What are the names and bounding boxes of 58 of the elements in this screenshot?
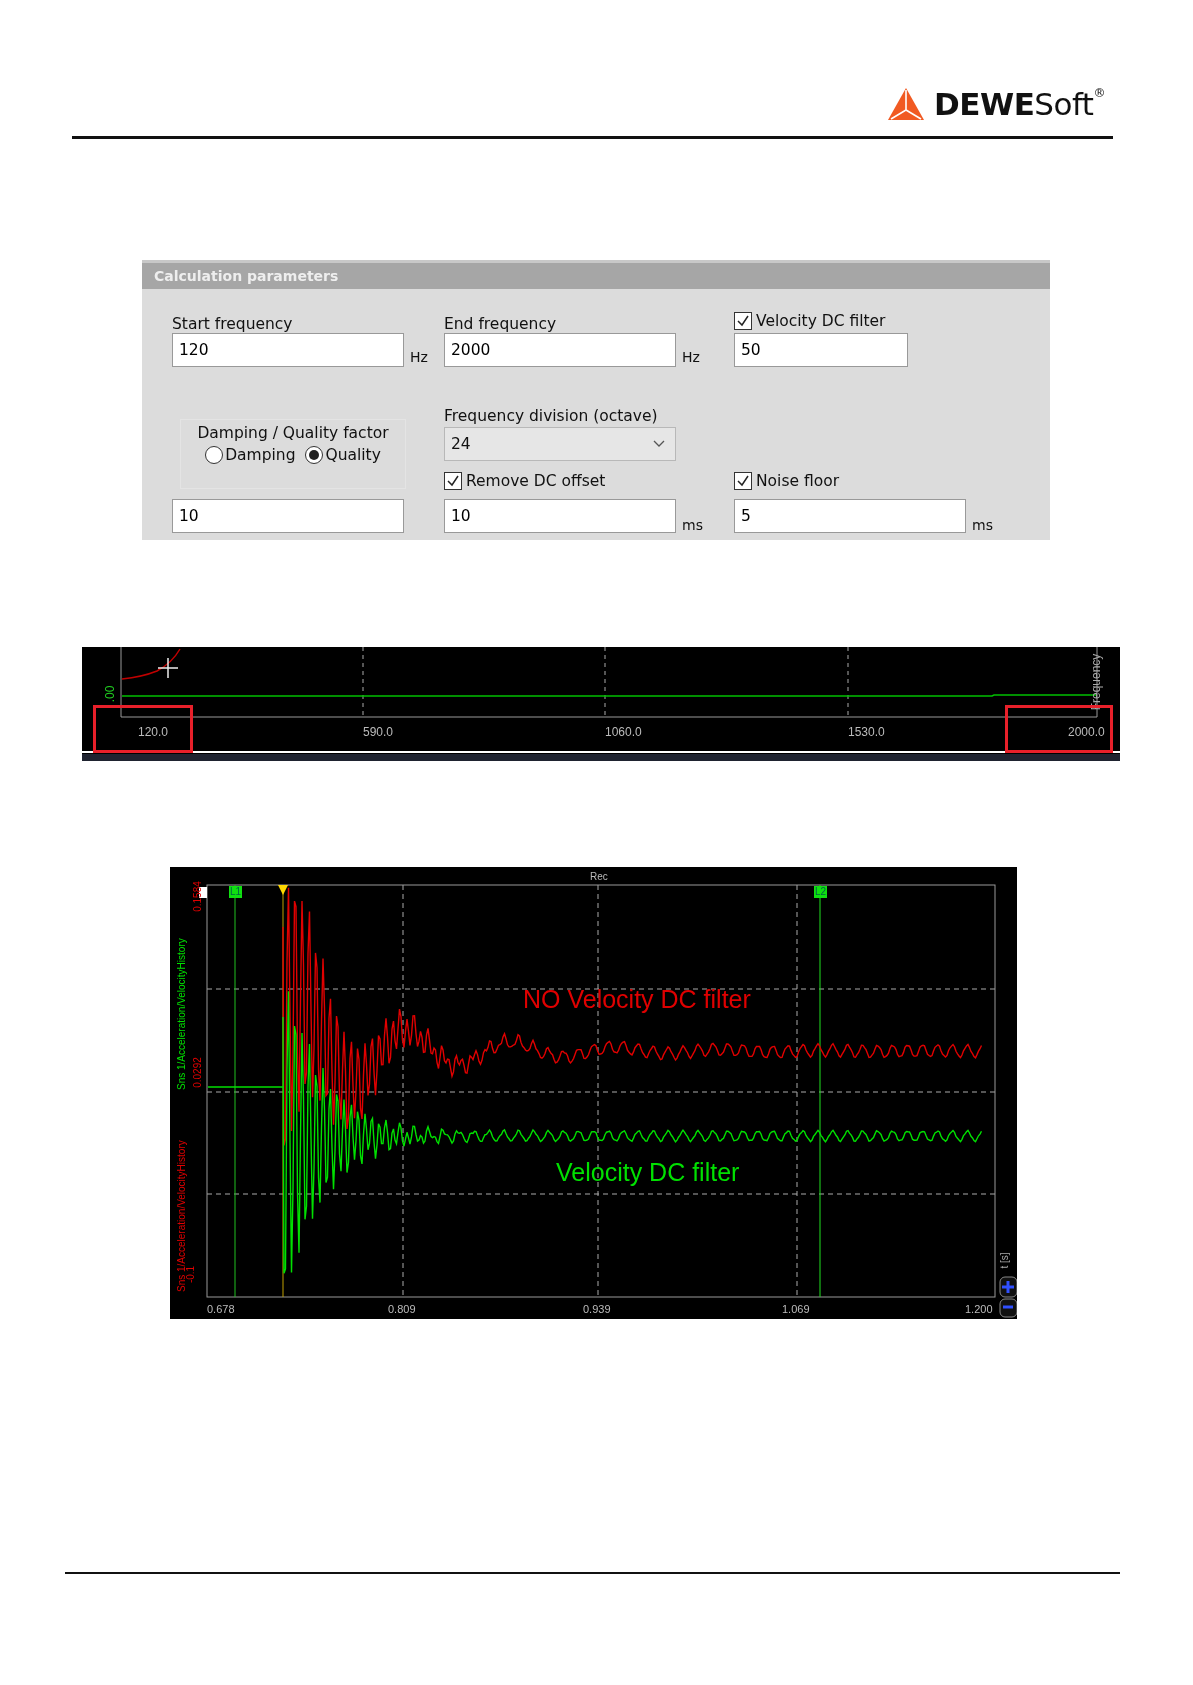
cursor-marker[interactable]: L2: [814, 886, 828, 898]
x-tick-label: 1.069: [782, 1303, 810, 1315]
field-label: Start frequency: [172, 315, 294, 333]
x-tick-label: 1530.0: [848, 725, 885, 739]
x-axis-title: t [s]: [998, 1252, 1010, 1269]
y-tick-label: .00: [103, 685, 118, 703]
y-axis-title: Sns 1/Acceleration/VelocityHistory: [176, 1139, 187, 1292]
checkbox[interactable]: [734, 472, 752, 490]
y-tick-label: 0.0292: [191, 1057, 203, 1088]
quality-factor-field[interactable]: 10: [172, 499, 404, 533]
radio-label: Damping: [225, 446, 296, 464]
unit-label: ms: [682, 517, 703, 533]
noise-floor-field[interactable]: 5: [734, 499, 966, 533]
trigger-marker-icon: [278, 885, 288, 895]
group-title: Damping / Quality factor: [197, 424, 389, 442]
x-tick-label: 0.678: [207, 1303, 235, 1315]
dc-offset-field[interactable]: 10: [444, 499, 676, 533]
cursor-marker[interactable]: L1: [229, 886, 243, 898]
field-label: Frequency division (octave): [444, 407, 659, 427]
axis-title: Frequency: [1089, 653, 1104, 711]
unit-label: Hz: [682, 349, 700, 365]
logo-wordmark: DEWESoft$^{®}$: [934, 86, 1105, 122]
unit-label: ms: [972, 517, 993, 533]
y-tick-label: 0.1584: [191, 881, 203, 912]
pyramid-logo-icon: [888, 88, 925, 120]
radio-button[interactable]: [205, 446, 224, 464]
checkbox[interactable]: [444, 472, 462, 490]
curve-trace: [121, 648, 181, 680]
annotation-label: NO Velocity DC filter: [523, 985, 751, 1014]
zoom-in-icon[interactable]: [999, 1276, 1017, 1298]
checkbox-label: Remove DC offset: [466, 472, 606, 490]
crosshair-icon: [157, 657, 179, 679]
checkbox-label: Noise floor: [756, 472, 840, 490]
end-frequency-field[interactable]: 2000: [444, 333, 676, 367]
zoom-out-icon[interactable]: [999, 1298, 1017, 1318]
y-tick-label: -0.1: [185, 1265, 197, 1284]
checkbox-label: Velocity DC filter: [756, 312, 886, 330]
x-tick-label: 0.809: [388, 1303, 416, 1315]
velocity-dc-filter-field[interactable]: 50: [734, 333, 908, 367]
caret-icon: [653, 440, 665, 448]
panel-title: Calculation parameters: [142, 260, 1050, 289]
field-label: End frequency: [444, 315, 558, 333]
scroll-handle-icon[interactable]: [199, 887, 207, 898]
radio-label: Quality: [325, 446, 381, 464]
x-tick-label: 590.0: [363, 725, 394, 739]
x-tick-label: 0.939: [583, 1303, 611, 1315]
x-tick-label: 1.200: [965, 1303, 993, 1315]
plot-title: Rec: [590, 871, 608, 882]
checkbox[interactable]: [734, 312, 752, 330]
start-frequency-field[interactable]: 120: [172, 333, 404, 367]
x-tick-label: 2000.0: [1068, 725, 1105, 739]
radio-button[interactable]: [305, 446, 324, 464]
y-axis-title: Sns 1/Acceleration/VelocityHistory: [176, 937, 188, 1090]
frequency-division-dropdown[interactable]: 24: [444, 427, 676, 461]
x-tick-label: 120.0: [138, 725, 169, 739]
annotation-label: Velocity DC filter: [556, 1158, 740, 1187]
unit-label: Hz: [410, 349, 428, 365]
x-tick-label: 1060.0: [605, 725, 642, 739]
